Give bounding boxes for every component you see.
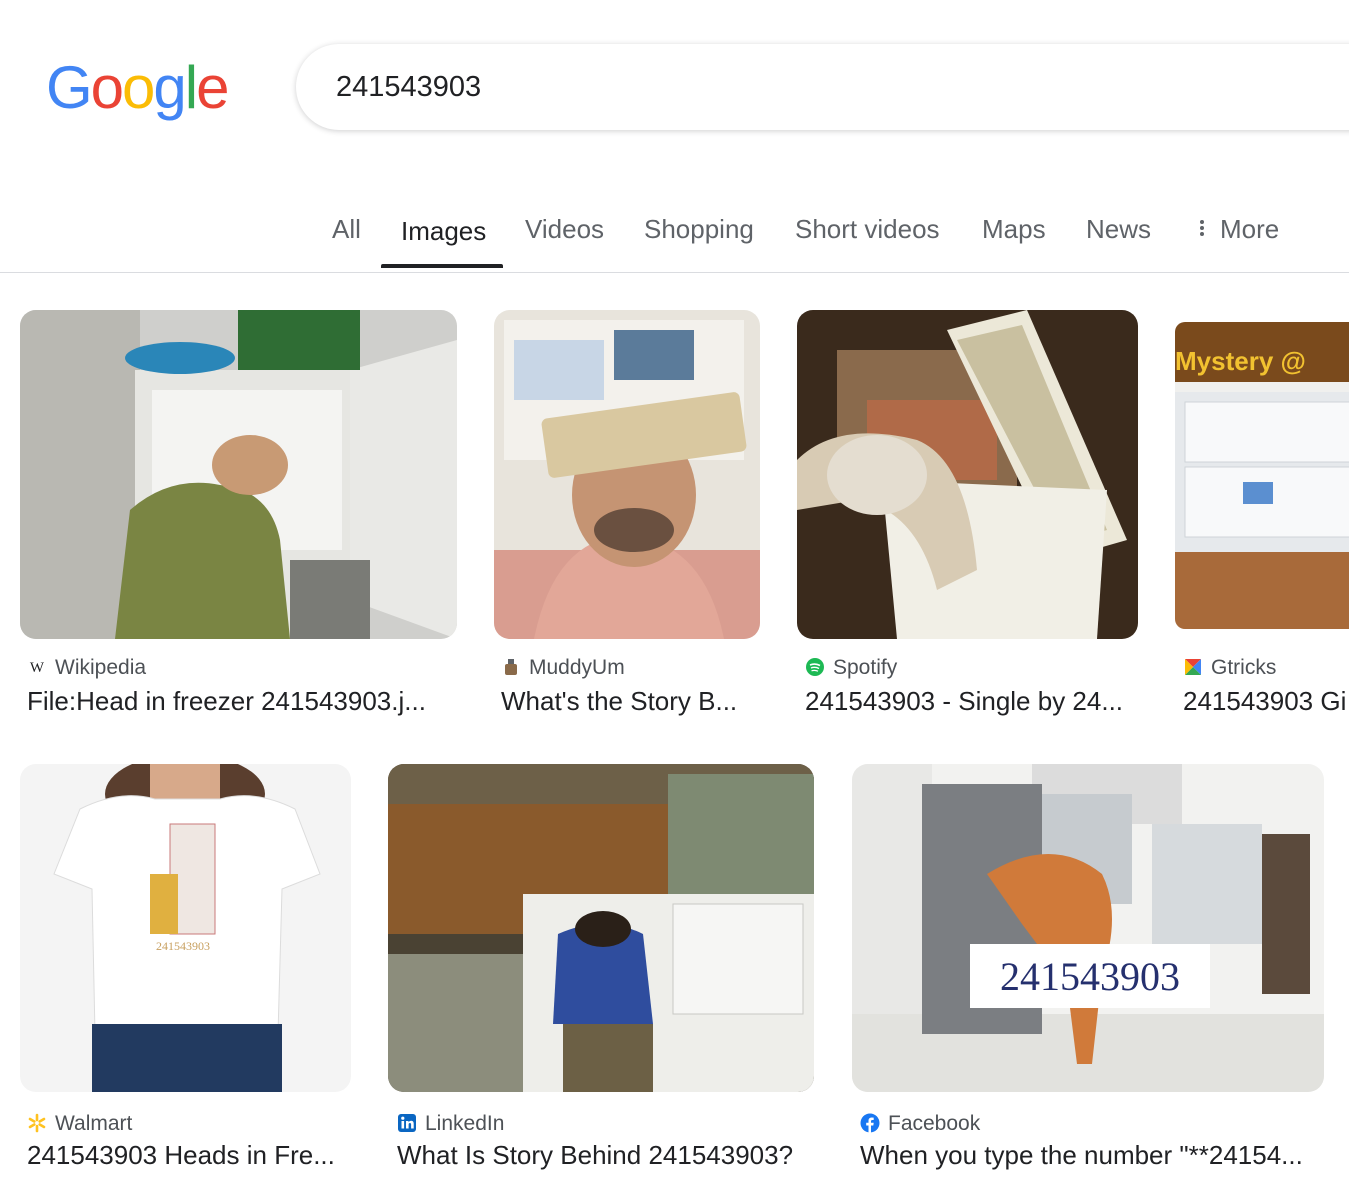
tab-videos[interactable]: Videos [525, 214, 604, 245]
walmart-icon [27, 1113, 47, 1133]
result-image[interactable] [20, 310, 457, 639]
result-image[interactable] [494, 310, 760, 639]
result-source-label: MuddyUm [529, 656, 625, 679]
result-source-label: Spotify [833, 656, 898, 679]
result-thumbnail [388, 764, 814, 1092]
tab-more-label: More [1220, 214, 1280, 244]
svg-text:W: W [30, 660, 45, 676]
tab-maps[interactable]: Maps [982, 214, 1046, 245]
tab-all[interactable]: All [332, 214, 361, 245]
result-source[interactable]: MuddyUm [501, 656, 625, 680]
result-thumbnail: Mystery @ [1175, 322, 1349, 629]
result-image[interactable]: 241543903 [852, 764, 1324, 1092]
wikipedia-icon: W [27, 657, 47, 677]
logo-letter: e [196, 54, 229, 121]
logo-letter: o [122, 54, 155, 121]
linkedin-icon [397, 1113, 417, 1133]
facebook-icon [860, 1113, 880, 1133]
result-title[interactable]: 241543903 Heads in Fre... [27, 1140, 357, 1171]
result-title[interactable]: When you type the number "**24154... [860, 1140, 1320, 1171]
google-logo[interactable]: Google [46, 54, 230, 121]
search-bar[interactable] [296, 44, 1349, 130]
result-source-label: Facebook [888, 1112, 981, 1135]
result-thumbnail [797, 310, 1138, 639]
tab-more[interactable]: More [1200, 214, 1279, 245]
result-title[interactable]: What's the Story B... [501, 686, 751, 717]
tab-shopping[interactable]: Shopping [644, 214, 754, 245]
result-source-label: Gtricks [1211, 656, 1277, 679]
more-vert-icon [1200, 218, 1206, 238]
result-image-text: Mystery @ [1175, 346, 1306, 376]
logo-letter: o [90, 54, 124, 121]
muddyum-icon [501, 657, 521, 677]
result-source-label: Wikipedia [55, 656, 147, 679]
result-source[interactable]: Facebook [860, 1112, 980, 1136]
result-image[interactable]: Mystery @ [1175, 322, 1349, 629]
result-thumbnail [20, 310, 457, 639]
result-thumbnail: 241543903 [852, 764, 1324, 1092]
logo-letter: g [153, 54, 186, 121]
result-title[interactable]: 241543903 - Single by 24... [805, 686, 1135, 717]
logo-letter: G [46, 54, 93, 121]
result-source[interactable]: LinkedIn [397, 1112, 504, 1136]
result-image-text: 241543903 [1000, 954, 1180, 999]
result-source[interactable]: Walmart [27, 1112, 132, 1136]
result-image[interactable]: 241543903 [20, 764, 351, 1092]
gtricks-icon [1183, 657, 1203, 677]
tab-images[interactable]: Images [401, 216, 486, 247]
result-title[interactable]: File:Head in freezer 241543903.j... [27, 686, 447, 717]
logo-letter: l [184, 54, 198, 121]
result-source-label: LinkedIn [425, 1112, 505, 1135]
result-thumbnail [494, 310, 760, 639]
result-source[interactable]: W Wikipedia [27, 656, 146, 680]
result-image[interactable] [388, 764, 814, 1092]
tab-news[interactable]: News [1086, 214, 1151, 245]
result-source[interactable]: Spotify [805, 656, 897, 680]
tab-short-videos[interactable]: Short videos [795, 214, 940, 245]
search-input[interactable] [334, 66, 1238, 108]
search-tabs: All Images Videos Shopping Short videos … [0, 190, 1349, 273]
result-source-label: Walmart [55, 1112, 133, 1135]
spotify-icon [805, 657, 825, 677]
result-source[interactable]: Gtricks [1183, 656, 1276, 680]
result-image-text: 241543903 [156, 939, 210, 953]
result-title[interactable]: What Is Story Behind 241543903? [397, 1140, 817, 1171]
result-title[interactable]: 241543903 Gi [1183, 686, 1349, 717]
active-tab-indicator [381, 264, 503, 268]
result-thumbnail: 241543903 [20, 764, 351, 1092]
result-image[interactable] [797, 310, 1138, 639]
